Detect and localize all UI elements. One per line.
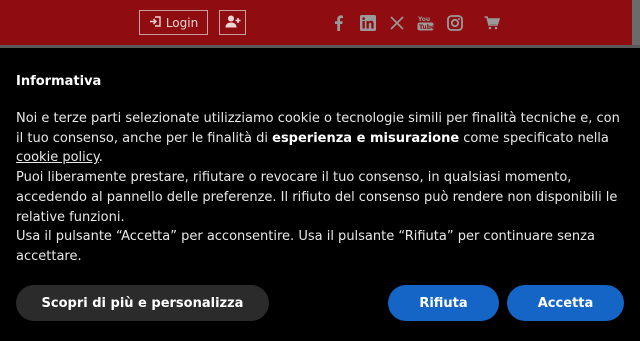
banner-title: Informativa bbox=[16, 74, 102, 89]
para1-emphasis: esperienza e misurazione bbox=[272, 130, 460, 146]
cookie-policy-link[interactable]: cookie policy bbox=[16, 150, 99, 165]
banner-text: Noi e terze parti selezionate utilizziam… bbox=[16, 109, 628, 267]
social-links: You Tube bbox=[330, 13, 500, 33]
instagram-icon[interactable] bbox=[446, 15, 463, 32]
login-icon bbox=[149, 15, 161, 30]
banner-paragraph-1: Noi e terze parti selezionate utilizziam… bbox=[16, 109, 628, 168]
para1-middle: come specificato nella bbox=[459, 130, 609, 146]
svg-text:You: You bbox=[417, 16, 430, 23]
banner-paragraph-3: Usa il pulsante “Accetta” per acconsenti… bbox=[16, 229, 595, 264]
youtube-icon[interactable]: You Tube bbox=[417, 15, 434, 32]
site-header: Login You Tube bbox=[0, 0, 640, 45]
scrollbar-thumb[interactable] bbox=[632, 0, 640, 45]
para1-end: . bbox=[98, 150, 103, 166]
add-user-icon bbox=[225, 13, 241, 32]
register-button[interactable] bbox=[219, 10, 246, 35]
facebook-icon[interactable] bbox=[330, 15, 347, 32]
banner-paragraph-2: Puoi liberamente prestare, rifiutare o r… bbox=[16, 170, 618, 225]
reject-button[interactable]: Rifiuta bbox=[388, 285, 499, 321]
login-button[interactable]: Login bbox=[139, 10, 208, 35]
x-icon[interactable] bbox=[388, 15, 405, 32]
linkedin-icon[interactable] bbox=[359, 15, 376, 32]
login-label: Login bbox=[165, 15, 199, 30]
cart-icon[interactable] bbox=[483, 15, 500, 32]
learn-more-button[interactable]: Scopri di più e personalizza bbox=[16, 285, 269, 321]
accept-button[interactable]: Accetta bbox=[507, 285, 624, 321]
svg-text:Tube: Tube bbox=[419, 24, 434, 31]
cookie-banner: Informativa Noi e terze parti selezionat… bbox=[0, 48, 640, 341]
